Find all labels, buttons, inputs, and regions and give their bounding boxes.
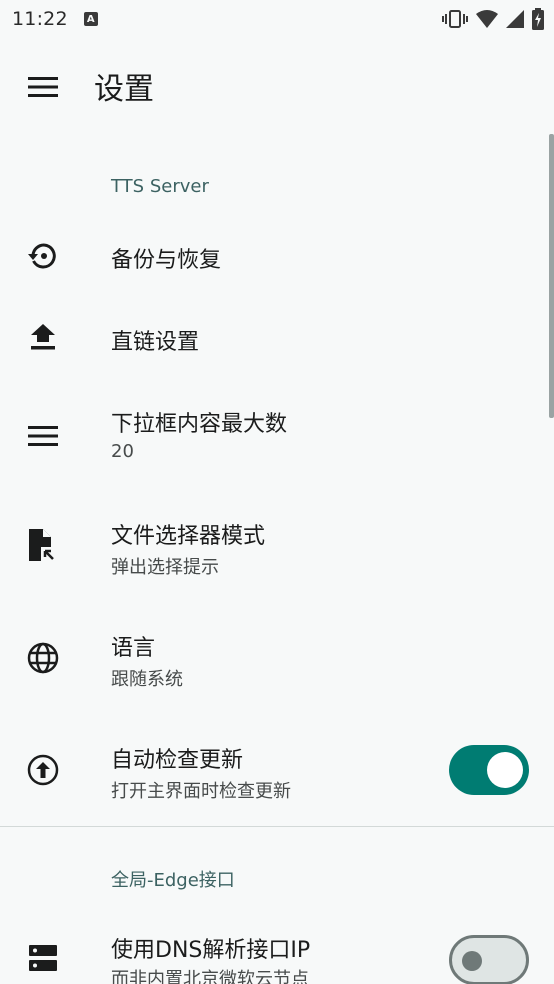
pref-title: 自动检查更新 [111, 748, 244, 773]
vibrate-icon [442, 10, 468, 28]
page-title: 设置 [94, 72, 154, 107]
use-dns-toggle[interactable] [449, 935, 529, 984]
battery-charging-icon [532, 8, 544, 30]
section-header-tts-server: TTS Server [111, 176, 209, 197]
pref-subtitle: 20 [111, 441, 134, 462]
upload-icon [25, 320, 61, 356]
file-select-icon [25, 528, 61, 564]
pref-subtitle: 而非内置北京微软云节点 [111, 969, 309, 984]
pref-subtitle: 打开主界面时检查更新 [111, 781, 291, 802]
pref-title: 直链设置 [111, 330, 200, 355]
pref-title: 文件选择器模式 [111, 524, 266, 549]
hamburger-menu-icon[interactable] [23, 72, 63, 102]
wifi-icon [476, 10, 498, 28]
pref-subtitle: 跟随系统 [111, 669, 183, 690]
pref-backup-restore[interactable]: 备份与恢复 [0, 222, 554, 292]
pref-auto-update[interactable]: 自动检查更新 打开主界面时检查更新 [0, 730, 554, 814]
section-divider [0, 826, 554, 827]
auto-update-toggle[interactable] [449, 745, 529, 795]
pref-title: 使用DNS解析接口IP [111, 938, 311, 963]
status-icons [442, 8, 544, 30]
backup-restore-icon [25, 238, 61, 274]
status-time: 11:22 [12, 8, 68, 30]
toggle-knob [487, 752, 523, 788]
signal-icon [506, 10, 524, 28]
app-bar: 设置 [0, 50, 554, 124]
pref-use-dns[interactable]: 使用DNS解析接口IP 而非内置北京微软云节点 [0, 918, 554, 984]
menu-lines-icon [25, 418, 61, 454]
pref-dropdown-max[interactable]: 下拉框内容最大数 20 [0, 394, 554, 478]
upgrade-circle-icon [25, 752, 61, 788]
pref-direct-link[interactable]: 直链设置 [0, 304, 554, 374]
pref-title: 备份与恢复 [111, 248, 222, 273]
pref-title: 语言 [111, 636, 156, 661]
pref-language[interactable]: 语言 跟随系统 [0, 618, 554, 702]
pref-file-chooser-mode[interactable]: 文件选择器模式 弹出选择提示 [0, 506, 554, 590]
globe-icon [25, 640, 61, 676]
pref-subtitle: 弹出选择提示 [111, 557, 219, 578]
pref-title: 下拉框内容最大数 [111, 412, 288, 437]
notification-icon: A [83, 12, 98, 26]
toggle-knob [462, 951, 482, 971]
status-bar: 11:22 A [0, 0, 554, 38]
section-header-edge: 全局-Edge接口 [111, 870, 235, 891]
dns-server-icon [25, 940, 61, 976]
